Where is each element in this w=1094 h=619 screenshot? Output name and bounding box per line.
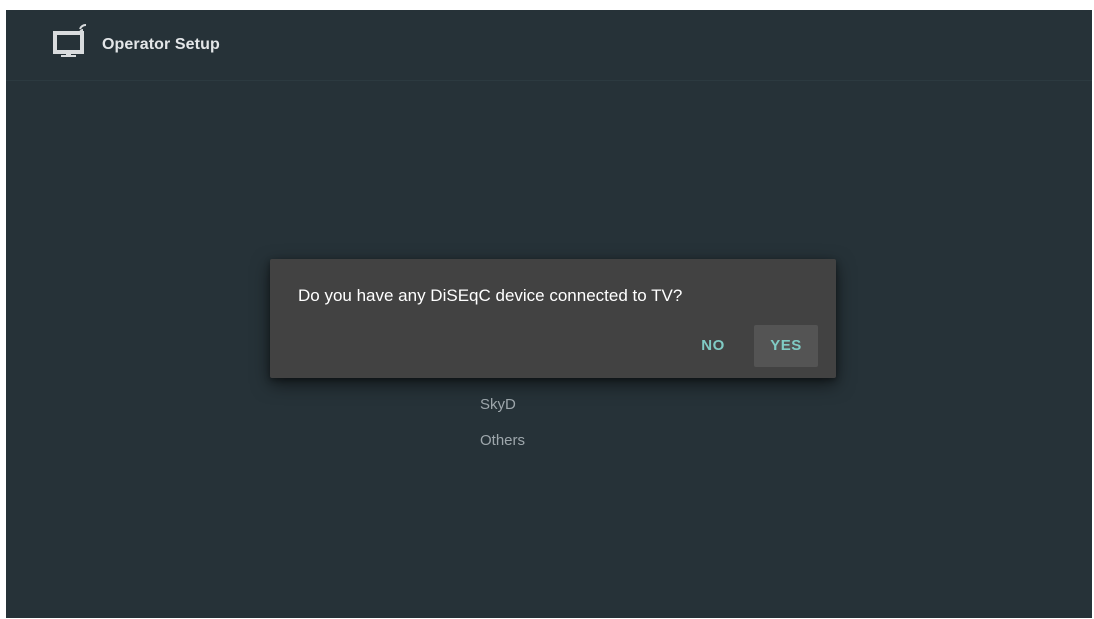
diseqc-dialog: Do you have any DiSEqC device connected … [270,259,836,378]
operator-setup-screen: Operator Setup SkyD Others Do you have a… [6,10,1092,618]
header: Operator Setup [6,10,1092,81]
page-title: Operator Setup [102,36,220,53]
list-item-others[interactable]: Others [480,430,525,466]
tv-satellite-icon [52,22,92,62]
operator-list: SkyD Others [480,394,525,466]
list-item-skyd[interactable]: SkyD [480,394,525,430]
no-button[interactable]: NO [688,325,738,367]
yes-button[interactable]: YES [754,325,818,367]
dialog-message: Do you have any DiSEqC device connected … [298,286,683,305]
